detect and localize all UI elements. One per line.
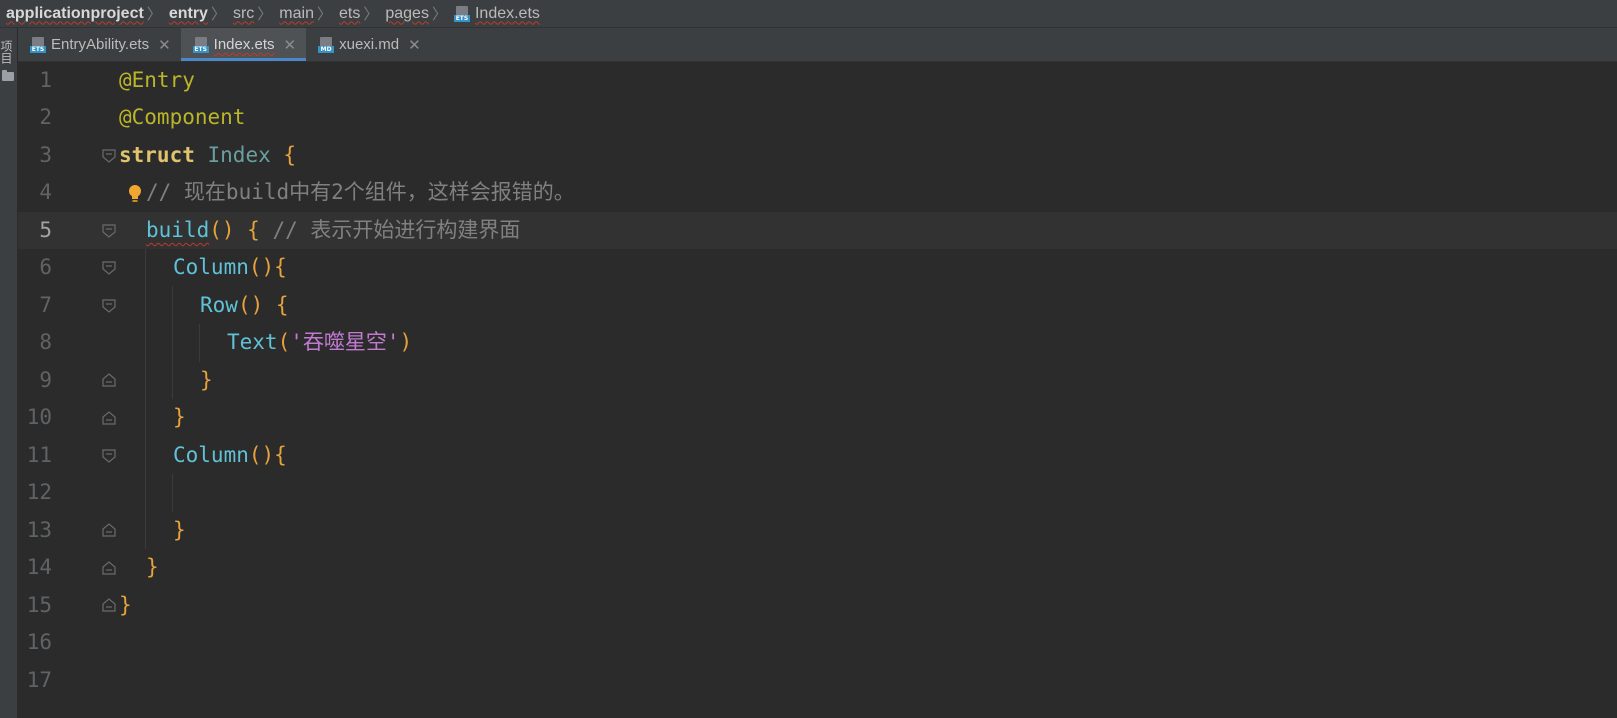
fold-close-icon[interactable] <box>102 598 116 612</box>
indent-guide <box>172 286 173 399</box>
breadcrumb-item-src[interactable]: src 〉 <box>233 3 279 24</box>
line-number: 6 <box>39 255 52 279</box>
tab-xuexi[interactable]: MD xuexi.md ✕ <box>306 28 431 61</box>
line-number: 8 <box>39 330 52 354</box>
fold-open-icon[interactable] <box>102 449 116 463</box>
fold-close-icon[interactable] <box>102 561 116 575</box>
indent-guide <box>145 249 146 549</box>
line-number: 16 <box>26 630 52 654</box>
fold-close-icon[interactable] <box>102 373 116 387</box>
breadcrumb-item-main[interactable]: main 〉 <box>279 3 339 24</box>
line-number: 11 <box>26 443 52 467</box>
chevron-right-icon: 〉 <box>146 6 162 23</box>
code-editor[interactable] <box>110 62 1617 718</box>
breadcrumb-item-file[interactable]: ETS Index.ets <box>453 5 540 23</box>
fold-open-icon[interactable] <box>102 149 116 163</box>
tab-entryability[interactable]: ETS EntryAbility.ets ✕ <box>18 28 181 61</box>
code-line-5: build() { // 表示开始进行构建界面 <box>146 218 521 242</box>
ets-file-icon: ETS <box>453 5 470 22</box>
chevron-right-icon: 〉 <box>210 6 226 23</box>
breadcrumb: applicationproject 〉 entry 〉 src 〉 main 〉 et… <box>0 0 1617 28</box>
line-number: 9 <box>39 368 52 392</box>
tab-label: xuexi.md <box>339 36 400 53</box>
code-line-8: Text('吞噬星空') <box>227 330 413 354</box>
tab-label: EntryAbility.ets <box>51 36 150 53</box>
code-line-1: @Entry <box>119 68 195 92</box>
code-line-6: Column(){ <box>173 255 287 279</box>
line-number: 12 <box>26 480 52 504</box>
line-number: 7 <box>39 293 52 317</box>
code-line-7: Row() { <box>200 293 289 317</box>
chevron-right-icon: 〉 <box>316 6 332 23</box>
tab-index[interactable]: ETS Index.ets ✕ <box>180 28 307 61</box>
code-line-2: @Component <box>119 105 246 129</box>
tab-label: Index.ets <box>213 36 275 53</box>
project-tool-label[interactable]: 项目 <box>0 40 15 64</box>
line-number: 13 <box>26 518 52 542</box>
line-number: 2 <box>39 105 52 129</box>
line-number: 5 <box>39 218 52 242</box>
folder-icon[interactable] <box>2 70 14 81</box>
code-line-10: } <box>173 405 186 429</box>
code-line-15: } <box>119 593 132 617</box>
breadcrumb-item-project[interactable]: applicationproject 〉 <box>6 3 169 24</box>
line-number: 17 <box>26 668 52 692</box>
line-number: 3 <box>39 143 52 167</box>
indent-guide <box>199 324 200 362</box>
line-number: 1 <box>39 68 52 92</box>
code-line-13: } <box>173 518 186 542</box>
markdown-file-icon: MD <box>318 36 335 53</box>
close-icon[interactable]: ✕ <box>408 36 421 54</box>
indent-guide <box>172 474 173 512</box>
line-number: 4 <box>39 180 52 204</box>
fold-close-icon[interactable] <box>102 523 116 537</box>
editor-tab-bar: ETS EntryAbility.ets ✕ ETS Index.ets ✕ M… <box>18 28 1617 62</box>
code-line-9: } <box>200 368 213 392</box>
fold-open-icon[interactable] <box>102 299 116 313</box>
code-line-3: struct Index { <box>119 143 297 167</box>
lightbulb-icon[interactable] <box>128 184 142 204</box>
ets-file-icon: ETS <box>30 36 46 53</box>
line-number: 14 <box>26 555 52 579</box>
project-tool-strip[interactable]: 项目 <box>0 28 18 718</box>
ets-file-icon: ETS <box>192 36 209 53</box>
breadcrumb-item-ets[interactable]: ets 〉 <box>339 3 385 24</box>
line-number: 15 <box>26 593 52 617</box>
close-icon[interactable]: ✕ <box>158 36 171 54</box>
close-icon[interactable]: ✕ <box>284 36 297 54</box>
code-line-11: Column(){ <box>173 443 287 467</box>
code-line-14: } <box>146 555 159 579</box>
chevron-right-icon: 〉 <box>363 6 379 23</box>
chevron-right-icon: 〉 <box>257 6 273 23</box>
breadcrumb-item-pages[interactable]: pages 〉 <box>385 3 454 24</box>
fold-close-icon[interactable] <box>102 411 116 425</box>
code-line-4: // 现在build中有2个组件，这样会报错的。 <box>146 180 575 204</box>
line-number: 10 <box>26 405 52 429</box>
breadcrumb-item-entry[interactable]: entry 〉 <box>169 3 233 24</box>
chevron-right-icon: 〉 <box>431 6 447 23</box>
fold-open-icon[interactable] <box>102 261 116 275</box>
fold-open-icon[interactable] <box>102 224 116 238</box>
